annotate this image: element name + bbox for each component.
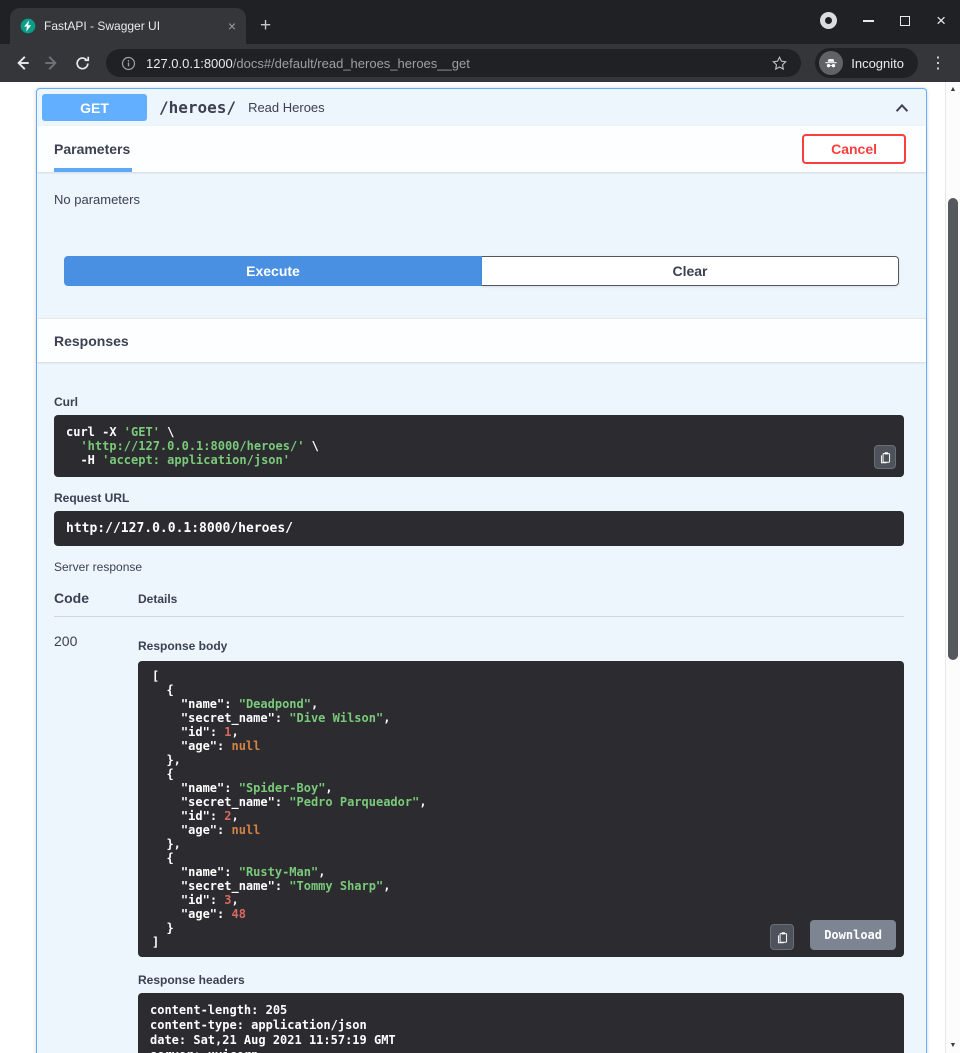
download-button[interactable]: Download — [810, 920, 896, 950]
tab-title: FastAPI - Swagger UI — [44, 19, 220, 33]
page-content: GET /heroes/ Read Heroes Parameters Canc… — [0, 82, 960, 1053]
fastapi-favicon-icon — [20, 18, 36, 34]
parameters-title: Parameters — [54, 141, 130, 157]
response-row: 200 Response body [ { "name": "Deadpond"… — [54, 617, 904, 1053]
scroll-down-button[interactable]: ▼ — [946, 1038, 960, 1053]
clear-button[interactable]: Clear — [482, 256, 899, 286]
incognito-label: Incognito — [851, 56, 904, 71]
execute-button[interactable]: Execute — [64, 256, 482, 286]
responses-table: Code Details 200 Response body [ { "name… — [54, 584, 904, 1053]
responses-title: Responses — [54, 333, 129, 349]
incognito-icon — [819, 51, 843, 75]
curl-copy-button[interactable] — [874, 445, 896, 469]
reload-button[interactable] — [72, 53, 92, 73]
server-response-label: Server response — [54, 560, 904, 574]
code-column-header: Code — [54, 590, 138, 606]
maximize-button[interactable] — [900, 16, 910, 26]
page-info-icon[interactable] — [118, 53, 138, 73]
curl-label: Curl — [54, 395, 904, 409]
operation-summary: Read Heroes — [248, 100, 893, 115]
collapse-chevron-icon[interactable] — [893, 99, 911, 117]
close-window-button[interactable]: × — [936, 12, 946, 29]
operation-header[interactable]: GET /heroes/ Read Heroes — [37, 89, 926, 126]
parameters-header: Parameters Cancel — [37, 126, 926, 172]
bookmark-star-icon[interactable] — [769, 53, 789, 73]
response-body-label: Response body — [138, 639, 904, 653]
browser-tab[interactable]: FastAPI - Swagger UI × — [10, 8, 246, 44]
response-headers-block: content-length: 205content-type: applica… — [138, 993, 904, 1053]
response-copy-button[interactable] — [770, 924, 794, 950]
request-url-block: http://127.0.0.1:8000/heroes/ — [54, 511, 904, 546]
navigation-bar: 127.0.0.1:8000/docs#/default/read_heroes… — [0, 44, 960, 82]
request-url-label: Request URL — [54, 491, 904, 505]
browser-menu-button[interactable]: ⋮ — [928, 53, 948, 73]
tab-parameters[interactable]: Parameters — [54, 126, 132, 172]
status-code: 200 — [54, 633, 138, 1053]
scrollbar[interactable]: ▲ ▼ — [945, 82, 960, 1053]
details-column-header: Details — [138, 592, 904, 606]
no-parameters-text: No parameters — [37, 172, 926, 207]
request-url-value: http://127.0.0.1:8000/heroes/ — [66, 521, 293, 536]
incognito-badge: Incognito — [815, 48, 918, 78]
execute-button-group: Execute Clear — [37, 207, 926, 318]
response-headers-label: Response headers — [138, 973, 904, 987]
curl-codeblock: curl -X 'GET' \ 'http://127.0.0.1:8000/h… — [54, 415, 904, 477]
scroll-up-button[interactable]: ▲ — [946, 82, 960, 97]
method-badge: GET — [42, 94, 147, 121]
operation-path: /heroes/ — [159, 98, 236, 117]
minimize-button[interactable] — [863, 20, 874, 22]
operation-panel: GET /heroes/ Read Heroes Parameters Canc… — [36, 88, 927, 1053]
circle-indicator-icon[interactable] — [820, 12, 837, 29]
forward-button[interactable] — [42, 53, 62, 73]
url-bar[interactable]: 127.0.0.1:8000/docs#/default/read_heroes… — [106, 49, 801, 77]
scroll-thumb[interactable] — [948, 198, 958, 660]
response-body-block: [ { "name": "Deadpond", "secret_name": "… — [138, 661, 904, 957]
url-host: 127.0.0.1:8000 — [146, 56, 233, 71]
responses-header: Responses — [37, 318, 926, 362]
new-tab-button[interactable]: + — [260, 16, 271, 35]
url-text[interactable]: 127.0.0.1:8000/docs#/default/read_heroes… — [146, 56, 761, 71]
tab-close-icon[interactable]: × — [228, 18, 236, 34]
tab-bar: FastAPI - Swagger UI × + × — [0, 0, 960, 44]
url-path: /docs#/default/read_heroes_heroes__get — [233, 56, 470, 71]
back-button[interactable] — [12, 53, 32, 73]
cancel-button[interactable]: Cancel — [802, 134, 906, 164]
